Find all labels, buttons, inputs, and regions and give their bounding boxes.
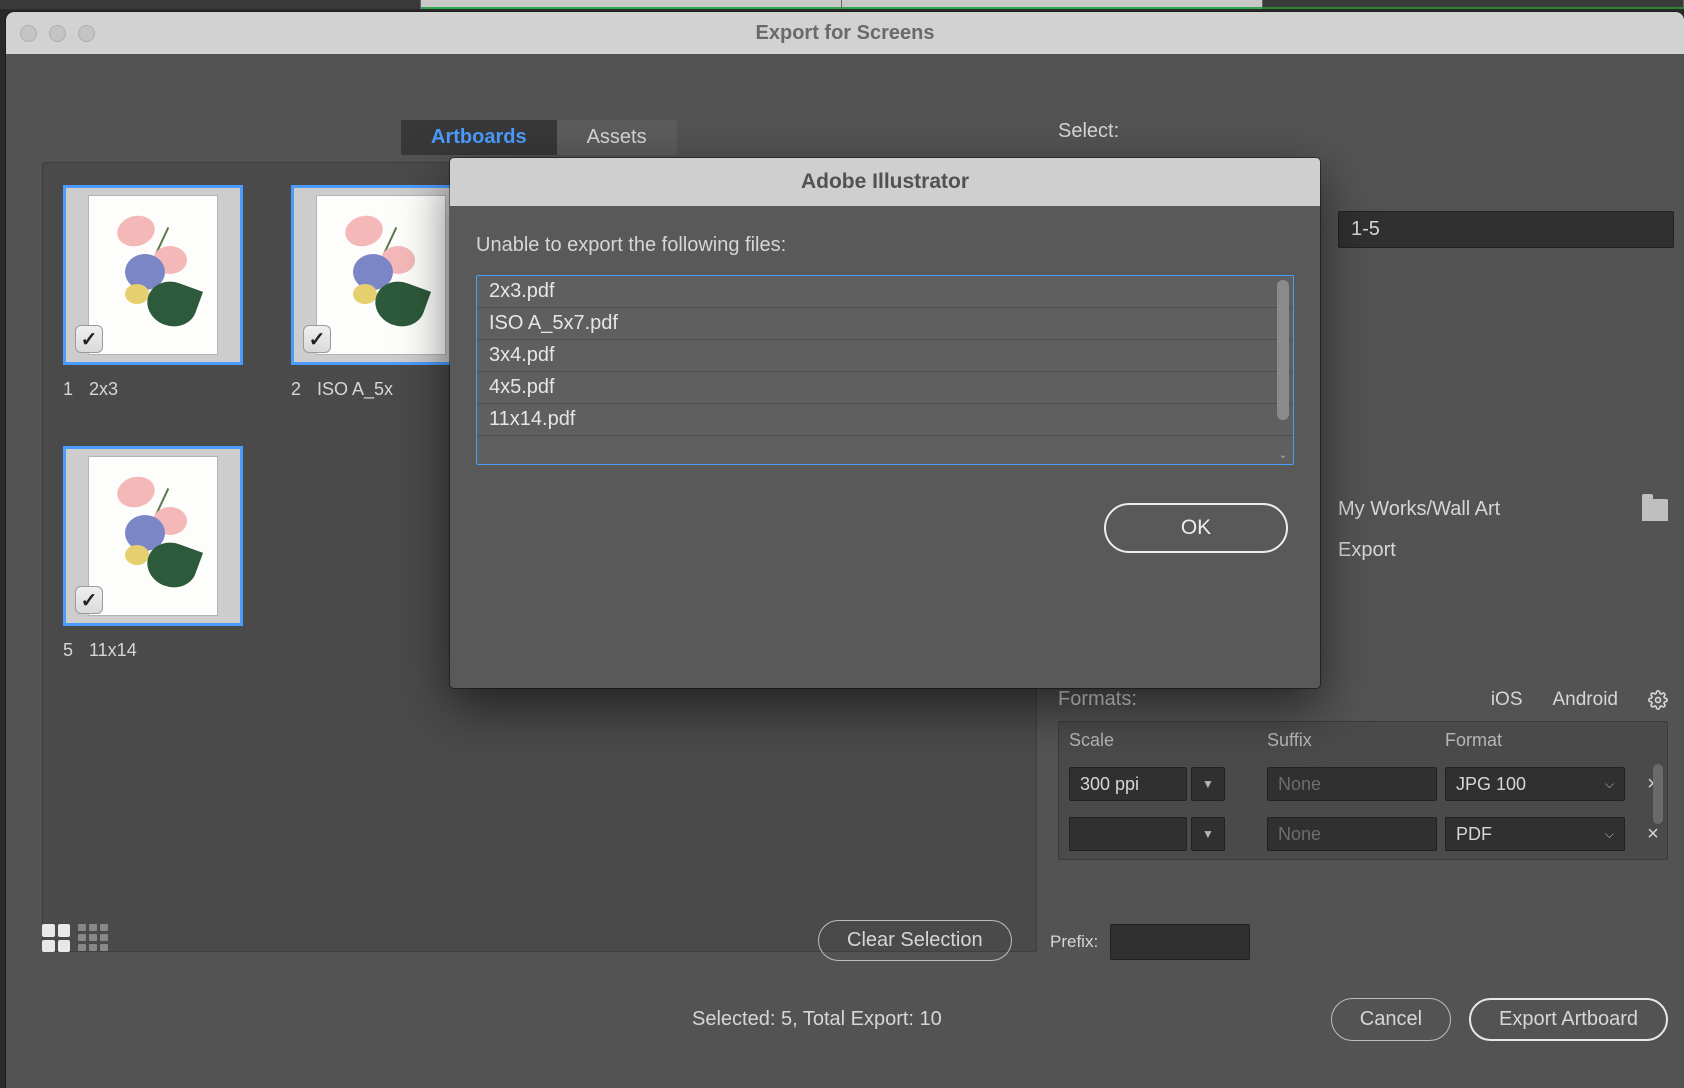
grid-view-icon[interactable] (42, 924, 70, 952)
artboard-thumb[interactable]: ✓ 2ISO A_5x (291, 185, 471, 400)
selection-summary: Selected: 5, Total Export: 10 (692, 1008, 942, 1031)
prefix-input[interactable] (1110, 924, 1250, 960)
suffix-input[interactable]: None (1267, 767, 1437, 801)
formats-label: Formats: (1058, 688, 1461, 711)
cancel-button[interactable]: Cancel (1331, 998, 1451, 1041)
export-path: My Works/Wall Art (1338, 498, 1500, 521)
format-select[interactable]: PDF⌵ (1445, 817, 1625, 851)
app-tabstrip (0, 0, 1684, 9)
content-tabs: Artboards Assets (401, 120, 677, 155)
error-dialog: Adobe Illustrator Unable to export the f… (450, 158, 1320, 688)
export-artboard-button[interactable]: Export Artboard (1469, 998, 1668, 1041)
remove-row-icon[interactable]: × (1633, 823, 1668, 846)
scale-chevron[interactable]: ▼ (1191, 817, 1225, 851)
tab-artboards[interactable]: Artboards (401, 120, 557, 155)
formats-table: Scale Suffix Format 300 ppi ▼ None JPG 1… (1058, 721, 1668, 860)
list-item: ISO A_5x7.pdf (477, 308, 1293, 340)
list-item: 11x14.pdf (477, 404, 1293, 436)
chevron-down-icon[interactable]: ⌄ (1277, 448, 1289, 460)
dialog-heading: Unable to export the following files: (476, 234, 1294, 257)
checkmark-icon[interactable]: ✓ (303, 325, 331, 353)
format-row: ▼ None PDF⌵ × (1059, 809, 1667, 859)
tab-assets[interactable]: Assets (557, 120, 677, 155)
scale-chevron[interactable]: ▼ (1191, 767, 1225, 801)
artboard-thumb[interactable]: ✓ 511x14 (63, 446, 243, 661)
format-select[interactable]: JPG 100⌵ (1445, 767, 1625, 801)
prefix-label: Prefix: (1050, 932, 1098, 952)
select-label: Select: (1058, 120, 1668, 143)
suffix-input[interactable]: None (1267, 817, 1437, 851)
checkmark-icon[interactable]: ✓ (75, 586, 103, 614)
col-format: Format (1445, 730, 1625, 751)
scale-select[interactable] (1069, 817, 1187, 851)
checkmark-icon[interactable]: ✓ (75, 325, 103, 353)
ok-button[interactable]: OK (1104, 503, 1288, 553)
titlebar: Export for Screens (6, 12, 1684, 54)
gear-icon[interactable] (1648, 690, 1668, 710)
preset-ios[interactable]: iOS (1491, 689, 1523, 711)
format-row: 300 ppi ▼ None JPG 100⌵ × (1059, 759, 1667, 809)
list-item: 2x3.pdf (477, 276, 1293, 308)
list-item: 3x4.pdf (477, 340, 1293, 372)
failed-files-list[interactable]: 2x3.pdf ISO A_5x7.pdf 3x4.pdf 4x5.pdf 11… (476, 275, 1294, 465)
scale-select[interactable]: 300 ppi (1069, 767, 1187, 801)
list-view-icon[interactable] (78, 924, 106, 948)
dialog-title: Adobe Illustrator (450, 158, 1320, 206)
folder-icon[interactable] (1642, 499, 1668, 521)
scrollbar[interactable] (1653, 764, 1663, 824)
col-scale: Scale (1069, 730, 1259, 751)
range-input[interactable]: 1-5 (1338, 211, 1674, 248)
export-label: Export (1338, 539, 1668, 562)
col-suffix: Suffix (1267, 730, 1437, 751)
list-item: 4x5.pdf (477, 372, 1293, 404)
preset-android[interactable]: Android (1553, 689, 1619, 711)
artboard-thumb[interactable]: ✓ 12x3 (63, 185, 243, 400)
clear-selection-button[interactable]: Clear Selection (818, 920, 1012, 961)
scrollbar[interactable] (1277, 280, 1289, 420)
window-title: Export for Screens (6, 22, 1684, 45)
